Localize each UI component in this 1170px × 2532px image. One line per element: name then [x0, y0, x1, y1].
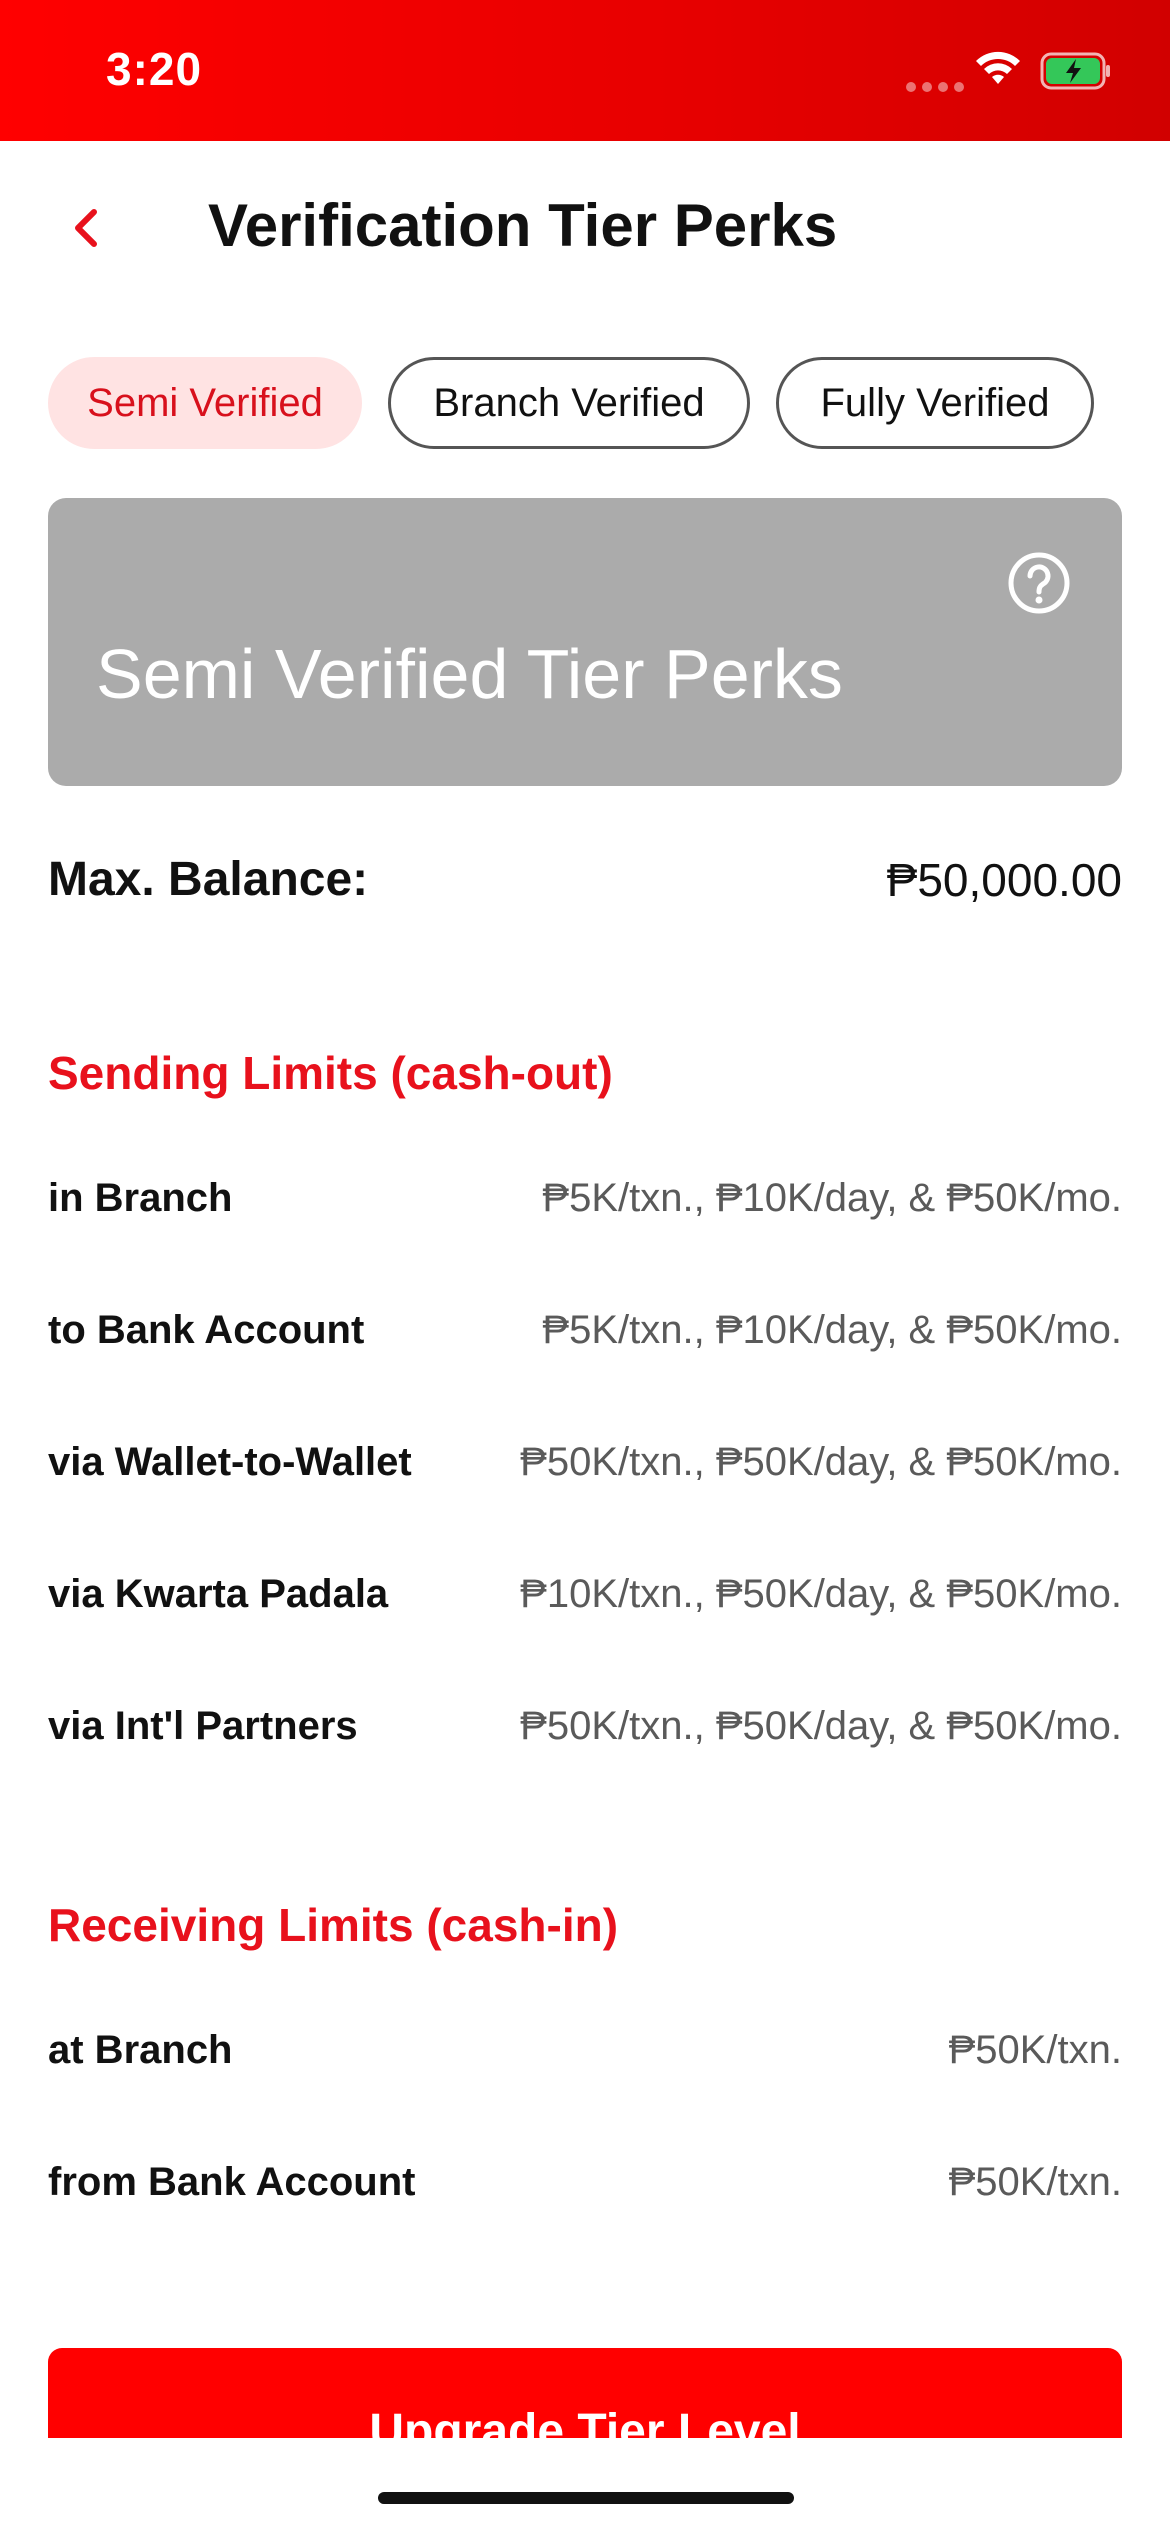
receiving-limits-title: Receiving Limits (cash-in): [48, 1899, 619, 1951]
limit-value: ₱50K/txn.: [948, 2160, 1122, 2204]
header: Verification Tier Perks: [0, 141, 1170, 311]
back-button[interactable]: [56, 198, 116, 258]
tab-branch-verified[interactable]: Branch Verified: [388, 357, 750, 449]
limit-value: ₱50K/txn., ₱50K/day, & ₱50K/mo.: [520, 1704, 1122, 1748]
wifi-icon: [976, 51, 1020, 84]
signal-dots-icon: [906, 82, 964, 92]
tab-fully-verified[interactable]: Fully Verified: [776, 357, 1094, 449]
hero-title: Semi Verified Tier Perks: [96, 635, 843, 713]
tier-hero-card: Semi Verified Tier Perks: [48, 498, 1122, 786]
limit-value: ₱10K/txn., ₱50K/day, & ₱50K/mo.: [520, 1572, 1122, 1616]
sending-row: via Int'l Partners ₱50K/txn., ₱50K/day, …: [48, 1704, 1122, 1749]
bottom-safe-area: [0, 2438, 1170, 2532]
sending-row: to Bank Account ₱5K/txn., ₱10K/day, & ₱5…: [48, 1308, 1122, 1353]
limit-value: ₱50K/txn.: [948, 2028, 1122, 2072]
sending-limits-title: Sending Limits (cash-out): [48, 1047, 613, 1099]
status-time: 3:20: [106, 43, 203, 95]
sending-row: in Branch ₱5K/txn., ₱10K/day, & ₱50K/mo.: [48, 1176, 1122, 1221]
battery-charging-icon: [1040, 52, 1110, 90]
tab-semi-verified[interactable]: Semi Verified: [48, 357, 362, 449]
limit-label: in Branch: [48, 1176, 233, 1220]
limit-label: at Branch: [48, 2028, 233, 2072]
limit-label: to Bank Account: [48, 1308, 365, 1352]
limit-label: via Kwarta Padala: [48, 1572, 389, 1616]
limit-label: via Wallet-to-Wallet: [48, 1440, 412, 1484]
limit-value: ₱5K/txn., ₱10K/day, & ₱50K/mo.: [542, 1176, 1122, 1220]
sending-row: via Kwarta Padala ₱10K/txn., ₱50K/day, &…: [48, 1572, 1122, 1617]
max-balance-label: Max. Balance:: [48, 853, 369, 906]
chevron-left-icon: [75, 209, 97, 247]
max-balance-value: ₱50,000.00: [886, 853, 1122, 906]
max-balance-row: Max. Balance: ₱50,000.00: [48, 852, 1122, 907]
question-circle-icon[interactable]: [1006, 550, 1072, 616]
receiving-row: at Branch ₱50K/txn.: [48, 2028, 1122, 2073]
home-indicator: [378, 2492, 794, 2504]
receiving-row: from Bank Account ₱50K/txn.: [48, 2160, 1122, 2205]
limit-label: via Int'l Partners: [48, 1704, 358, 1748]
page-title: Verification Tier Perks: [208, 192, 838, 259]
tier-tabs: Semi Verified Branch Verified Fully Veri…: [48, 357, 1094, 449]
limit-label: from Bank Account: [48, 2160, 416, 2204]
limit-value: ₱5K/txn., ₱10K/day, & ₱50K/mo.: [542, 1308, 1122, 1352]
sending-row: via Wallet-to-Wallet ₱50K/txn., ₱50K/day…: [48, 1440, 1122, 1485]
status-bar: 3:20: [0, 0, 1170, 141]
limit-value: ₱50K/txn., ₱50K/day, & ₱50K/mo.: [520, 1440, 1122, 1484]
